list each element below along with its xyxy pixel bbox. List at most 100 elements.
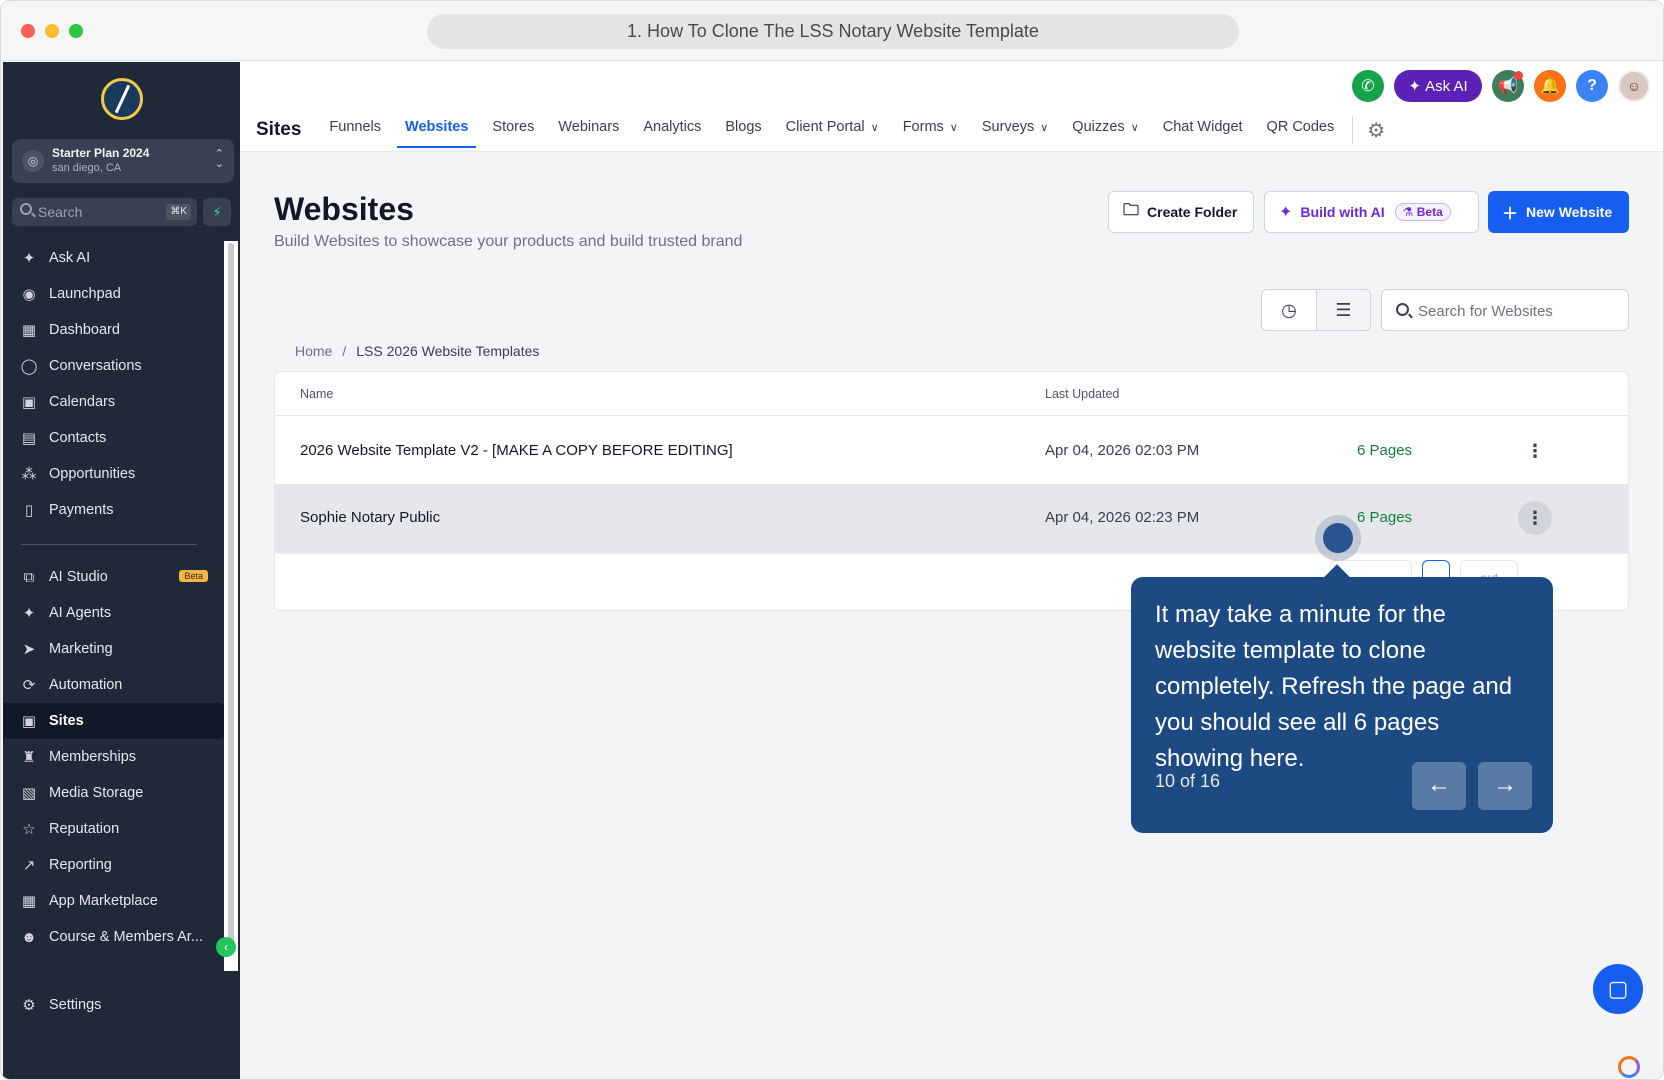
column-name[interactable]: Name xyxy=(300,387,333,401)
list-view-button[interactable]: ☰ xyxy=(1315,290,1370,330)
chat-support-button[interactable]: ▢ xyxy=(1593,964,1643,1014)
collapse-sidebar-button[interactable]: ‹ xyxy=(216,937,236,957)
calendar-icon: ▣ xyxy=(21,394,37,411)
rocket-icon: ◉ xyxy=(22,286,36,303)
sidebar-scrollbar-thumb[interactable] xyxy=(228,243,234,943)
tab-chat-widget[interactable]: Chat Widget xyxy=(1163,108,1243,152)
chevron-down-icon: ∨ xyxy=(1040,122,1049,134)
user-avatar[interactable]: ☺ xyxy=(1618,70,1650,102)
build-with-ai-button[interactable]: ✦ Build with AI ⚗ Beta xyxy=(1264,191,1479,233)
window-title[interactable]: 1. How To Clone The LSS Notary Website T… xyxy=(427,14,1239,49)
pages-count[interactable]: 6 Pages xyxy=(1357,509,1412,526)
tab-quizzes[interactable]: Quizzes ∨ xyxy=(1072,108,1138,152)
sidebar-item-label: AI Agents xyxy=(49,605,112,621)
automation-icon: ⟳ xyxy=(22,677,36,694)
tab-forms[interactable]: Forms ∨ xyxy=(903,108,958,152)
tour-hotspot-dot xyxy=(1323,523,1353,553)
chat-icon: ◯ xyxy=(20,358,38,375)
brand-logo[interactable] xyxy=(101,78,143,120)
tab-analytics[interactable]: Analytics xyxy=(643,108,701,152)
bell-icon: 🔔 xyxy=(1540,78,1560,95)
tour-next-button[interactable]: → xyxy=(1478,762,1532,810)
build-ai-label: Build with AI xyxy=(1300,204,1385,220)
tab-stores[interactable]: Stores xyxy=(492,108,534,152)
ask-ai-button[interactable]: ✦ Ask AI xyxy=(1394,70,1482,102)
recent-view-button[interactable]: ◷ xyxy=(1262,290,1316,330)
pages-count[interactable]: 6 Pages xyxy=(1357,442,1412,459)
account-location: san diego, CA xyxy=(52,162,122,174)
sidebar-item-app-marketplace[interactable]: ▦ App Marketplace xyxy=(3,883,225,919)
close-window-button[interactable] xyxy=(21,24,35,38)
sidebar-item-launchpad[interactable]: ◉ Launchpad xyxy=(3,276,225,312)
tab-label: Analytics xyxy=(643,119,702,135)
breadcrumb-home[interactable]: Home xyxy=(295,343,332,359)
sidebar-item-marketing[interactable]: ➤ Marketing xyxy=(3,631,225,667)
column-last-updated[interactable]: Last Updated xyxy=(1045,387,1119,401)
tab-client-portal[interactable]: Client Portal ∨ xyxy=(786,108,879,152)
sidebar-item-ai-studio[interactable]: ⧉ AI Studio Beta xyxy=(3,559,225,595)
sites-tabs: Sites Funnels Websites Stores Webinars A… xyxy=(256,108,1385,152)
account-switcher[interactable]: ◎ Starter Plan 2024 san diego, CA ⌃ ⌄ xyxy=(12,139,234,183)
trend-icon: ↗ xyxy=(22,857,36,874)
image-icon: ▧ xyxy=(21,785,37,802)
quick-action-button[interactable]: ⚡ xyxy=(203,198,231,226)
announcements-button[interactable]: 📢 xyxy=(1492,70,1524,102)
sidebar-item-dashboard[interactable]: ▦ Dashboard xyxy=(3,312,225,348)
tab-blogs[interactable]: Blogs xyxy=(725,108,761,152)
plus-icon: ＋ xyxy=(1502,206,1519,223)
sidebar-item-contacts[interactable]: ▤ Contacts xyxy=(3,420,225,456)
sidebar: ◎ Starter Plan 2024 san diego, CA ⌃ ⌄ Sea… xyxy=(3,62,240,1079)
sidebar-search[interactable]: Search ⌘K xyxy=(12,198,197,226)
sidebar-item-conversations[interactable]: ◯ Conversations xyxy=(3,348,225,384)
sidebar-item-label: Marketing xyxy=(49,641,113,657)
phone-button[interactable]: ✆ xyxy=(1352,70,1384,102)
header-actions: ✆ ✦ Ask AI 📢 🔔 ? ☺ xyxy=(1352,68,1650,104)
tab-surveys[interactable]: Surveys ∨ xyxy=(982,108,1048,152)
website-name[interactable]: Sophie Notary Public xyxy=(300,509,440,526)
table-row[interactable]: 2026 Website Template V2 - [MAKE A COPY … xyxy=(275,417,1628,487)
sidebar-item-ai-agents[interactable]: ✦ AI Agents xyxy=(3,595,225,631)
last-updated: Apr 04, 2026 02:23 PM xyxy=(1045,509,1200,526)
website-search-input[interactable] xyxy=(1418,300,1618,322)
tab-funnels[interactable]: Funnels xyxy=(329,108,381,152)
create-folder-button[interactable]: 🗀 Create Folder xyxy=(1108,191,1254,233)
sidebar-item-reporting[interactable]: ↗ Reporting xyxy=(3,847,225,883)
notifications-button[interactable]: 🔔 xyxy=(1534,70,1566,102)
sidebar-item-reputation[interactable]: ☆ Reputation xyxy=(3,811,225,847)
more-vertical-icon[interactable]: ⋮ xyxy=(1518,501,1552,535)
sidebar-search-placeholder: Search xyxy=(38,204,83,220)
last-updated: Apr 04, 2026 02:03 PM xyxy=(1045,442,1200,459)
website-name[interactable]: 2026 Website Template V2 - [MAKE A COPY … xyxy=(300,442,733,459)
help-button[interactable]: ? xyxy=(1576,70,1608,102)
sidebar-item-opportunities[interactable]: ⁂ Opportunities xyxy=(3,456,225,492)
more-vertical-icon[interactable]: ⋮ xyxy=(1518,434,1552,468)
sidebar-item-settings[interactable]: ⚙ Settings xyxy=(3,987,225,1023)
new-website-button[interactable]: ＋ New Website xyxy=(1488,191,1629,233)
gear-icon[interactable]: ⚙ xyxy=(1367,118,1385,143)
minimize-window-button[interactable] xyxy=(45,24,59,38)
maximize-window-button[interactable] xyxy=(69,24,83,38)
tour-tooltip: It may take a minute for the website tem… xyxy=(1131,577,1553,833)
sidebar-item-ask-ai[interactable]: ✦ Ask AI xyxy=(3,240,225,276)
tab-qr-codes[interactable]: QR Codes xyxy=(1267,108,1335,152)
tour-previous-button[interactable]: ← xyxy=(1412,762,1466,810)
page-title: Websites xyxy=(274,191,414,227)
sidebar-item-label: Launchpad xyxy=(49,286,121,302)
table-row[interactable]: Sophie Notary Public Apr 04, 2026 02:23 … xyxy=(275,484,1628,554)
sidebar-item-memberships[interactable]: ♜ Memberships xyxy=(3,739,225,775)
sidebar-item-label: Payments xyxy=(49,502,114,518)
sidebar-item-course-members[interactable]: ☻ Course & Members Ar... xyxy=(3,919,225,955)
list-icon: ☰ xyxy=(1335,299,1352,320)
recorder-logo-icon[interactable] xyxy=(1618,1056,1640,1078)
sidebar-item-automation[interactable]: ⟳ Automation xyxy=(3,667,225,703)
tab-websites[interactable]: Websites xyxy=(396,108,477,152)
search-shortcut: ⌘K xyxy=(166,204,191,220)
sidebar-item-calendars[interactable]: ▣ Calendars xyxy=(3,384,225,420)
sidebar-item-sites[interactable]: ▣ Sites xyxy=(3,703,225,739)
tour-hotspot[interactable] xyxy=(1315,515,1361,561)
sidebar-item-media-storage[interactable]: ▧ Media Storage xyxy=(3,775,225,811)
sidebar-item-payments[interactable]: ▯ Payments xyxy=(3,492,225,528)
bolt-icon: ⚡ xyxy=(212,204,222,220)
tab-webinars[interactable]: Webinars xyxy=(558,108,619,152)
search-icon xyxy=(1396,303,1409,316)
